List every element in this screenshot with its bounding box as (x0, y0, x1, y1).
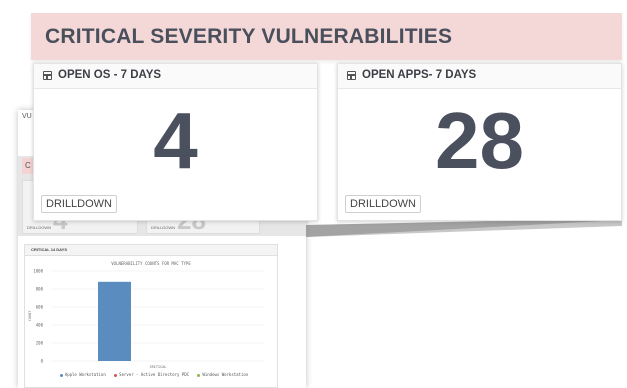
card-header: OPEN APPS- 7 DAYS (338, 64, 621, 89)
drilldown-button[interactable]: DRILLDOWN (345, 195, 422, 213)
drilldown-button[interactable]: DRILLDOWN (41, 195, 118, 213)
panel-icon (347, 71, 356, 80)
card-value: 28 (435, 96, 524, 185)
zoomed-panel: CRITICAL SEVERITY VULNERABILITIES OPEN O… (31, 13, 622, 221)
section-title: CRITICAL SEVERITY VULNERABILITIES (45, 25, 453, 48)
panel-icon (43, 71, 52, 80)
section-header: CRITICAL SEVERITY VULNERABILITIES (31, 13, 622, 60)
card-header: OPEN OS - 7 DAYS (34, 64, 317, 89)
card-value: 4 (153, 96, 198, 185)
card-open-apps: OPEN APPS- 7 DAYS 28 DRILLDOWN (337, 63, 622, 221)
card-open-os: OPEN OS - 7 DAYS 4 DRILLDOWN (33, 63, 318, 221)
card-label: OPEN APPS- 7 DAYS (362, 69, 477, 81)
card-label: OPEN OS - 7 DAYS (58, 69, 162, 81)
